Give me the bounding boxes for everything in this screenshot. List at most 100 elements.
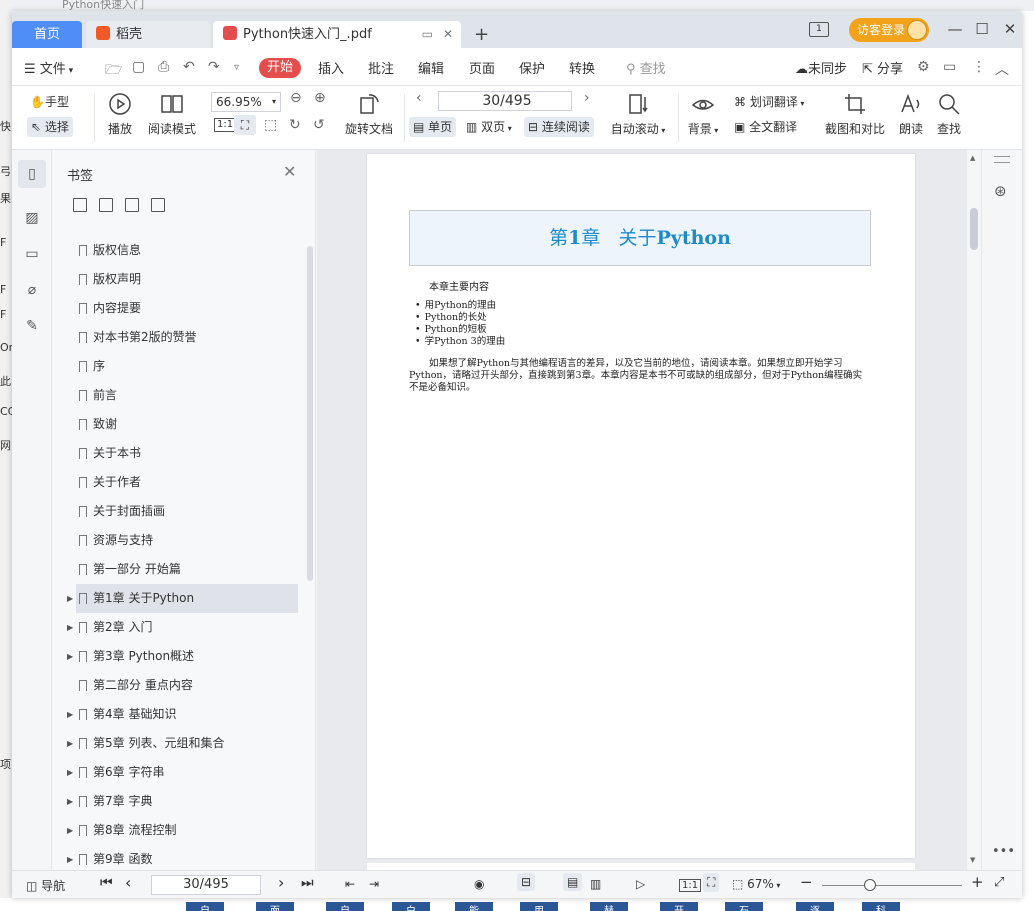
bookmark-item[interactable]: 版权声明 — [53, 265, 303, 294]
menu-convert[interactable]: 转换 — [569, 58, 595, 77]
expand-arrow-icon[interactable]: ▶ — [67, 787, 73, 816]
continuous-view-icon[interactable]: ⊟ — [517, 873, 536, 891]
prev-page-icon[interactable]: ‹ — [125, 873, 131, 892]
zoom-slider-handle[interactable] — [864, 879, 876, 891]
play-icon[interactable]: ▷ — [636, 877, 645, 891]
minimize-button[interactable]: — — [945, 20, 965, 38]
text-recognition-icon[interactable]: ⊛ — [994, 182, 1007, 200]
next-page-icon[interactable]: › — [278, 873, 284, 892]
hand-tool[interactable]: ✋手型 — [30, 92, 69, 112]
menu-search[interactable]: ⚲ 查找 — [626, 58, 666, 77]
zoom-slider-track[interactable] — [822, 885, 962, 886]
bookmark-item[interactable]: 资源与支持 — [53, 526, 303, 555]
double-view-icon[interactable]: ▥ — [590, 877, 601, 891]
bookmark-item[interactable]: ▶ 第5章 列表、元组和集合 — [53, 729, 303, 758]
bookmark-item[interactable]: 前言 — [53, 381, 303, 410]
back-icon[interactable]: ⇤ — [345, 877, 355, 891]
rotate-left-icon[interactable]: ↻ — [289, 117, 301, 133]
zoom-in-button[interactable]: + — [971, 873, 984, 891]
status-page-input[interactable]: 30/495 — [151, 875, 261, 895]
new-tab-button[interactable]: + — [474, 24, 489, 45]
bookmark-item[interactable]: ▶ 第1章 关于Python — [67, 584, 298, 613]
menu-start[interactable]: 开始 — [259, 58, 302, 78]
prev-page-icon[interactable]: ‹ — [416, 90, 422, 106]
bookmark-item[interactable]: 关于本书 — [53, 439, 303, 468]
visitor-login-button[interactable]: 访客登录 — [849, 18, 929, 42]
expand-arrow-icon[interactable]: ▶ — [67, 584, 73, 613]
continuous-read-button[interactable]: ⊟ 连续阅读 — [524, 117, 594, 137]
bookmark-item[interactable]: ▶ 第6章 字符串 — [53, 758, 303, 787]
fullscreen-icon[interactable]: ⤢ — [994, 875, 1004, 890]
screenshot-compare-button[interactable]: 截图和对比 — [824, 92, 886, 137]
more-options-icon[interactable]: ••• — [992, 844, 1015, 859]
quick-access-dropdown-icon[interactable]: ▿ — [234, 62, 239, 73]
file-menu[interactable]: ☰ 文件 ▾ — [24, 58, 73, 77]
bookmark-item[interactable]: 致谢 — [53, 410, 303, 439]
full-translate-button[interactable]: ▣ 全文翻译 — [734, 117, 797, 137]
menu-protect[interactable]: 保护 — [519, 58, 545, 77]
zoom-dropdown[interactable]: ⬚ 67% ▾ — [732, 877, 780, 891]
expand-arrow-icon[interactable]: ▶ — [67, 729, 73, 758]
rotate-right-icon[interactable]: ↺ — [313, 117, 325, 133]
bookmark-item[interactable]: ▶ 第8章 流程控制 — [53, 816, 303, 845]
select-tool[interactable]: ⇖ 选择 — [27, 117, 73, 137]
bookmark-item[interactable]: ▶ 第4章 基础知识 — [53, 700, 303, 729]
workspace-panel-icon[interactable]: 1 — [809, 22, 829, 37]
bookmark-panel-icon[interactable]: ▯ — [18, 160, 46, 188]
menu-page[interactable]: 页面 — [469, 58, 495, 77]
bookmark-scrollbar[interactable] — [307, 246, 313, 581]
tab-daoke[interactable]: 稻壳 — [86, 21, 210, 48]
bookmark-item[interactable]: 第二部分 重点内容 — [53, 671, 303, 700]
bookmark-item[interactable]: 关于作者 — [53, 468, 303, 497]
fit-width-icon[interactable]: ⬚ — [264, 117, 277, 133]
share-button[interactable]: ⇱ 分享 — [862, 58, 903, 77]
play-button[interactable]: 播放 — [105, 92, 135, 137]
signature-icon[interactable]: ✎ — [22, 318, 42, 338]
word-translate-button[interactable]: ⌘ 划词翻译 ▾ — [734, 92, 804, 112]
fit-page-icon[interactable]: ⛶ — [703, 873, 720, 892]
undo-icon[interactable]: ↶ — [183, 59, 195, 75]
close-window-button[interactable]: ✕ — [1000, 20, 1020, 38]
bookmark-item[interactable]: 序 — [53, 352, 303, 381]
double-page-button[interactable]: ▥ 双页 ▾ — [466, 117, 512, 137]
next-page-icon[interactable]: › — [584, 90, 590, 106]
document-view[interactable]: 第1章 关于Python 本章主要内容 用Python的理由 Python的长处… — [317, 150, 967, 870]
find-button[interactable]: 查找 — [934, 92, 964, 137]
page-number-input[interactable]: 30/495 — [438, 91, 572, 111]
expand-bookmark-icon[interactable] — [125, 198, 139, 212]
print-icon[interactable]: ⎙ — [158, 59, 169, 75]
last-page-icon[interactable]: ⏭ — [301, 875, 314, 891]
tab-home[interactable]: 首页 — [12, 21, 82, 48]
expand-arrow-icon[interactable]: ▶ — [67, 816, 73, 845]
expand-arrow-icon[interactable]: ▶ — [67, 613, 73, 642]
expand-arrow-icon[interactable]: ▶ — [67, 700, 73, 729]
save-icon[interactable]: ▢ — [132, 59, 145, 75]
menu-annotate[interactable]: 批注 — [368, 58, 394, 77]
navigation-toggle[interactable]: ◫ 导航 — [26, 877, 65, 894]
single-view-icon[interactable]: ▤ — [563, 873, 583, 891]
menu-insert[interactable]: 插入 — [318, 58, 344, 77]
redo-icon[interactable]: ↷ — [208, 59, 220, 75]
single-page-button[interactable]: ▤ 单页 — [409, 117, 457, 137]
actual-size-icon[interactable]: 1:1 — [214, 118, 237, 132]
bookmark-item[interactable]: ▶ 第7章 字典 — [53, 787, 303, 816]
maximize-button[interactable]: ☐ — [972, 20, 992, 38]
bookmark-item[interactable]: 内容提要 — [53, 294, 303, 323]
document-scrollbar[interactable]: ▲ ▼ — [967, 150, 981, 870]
collapse-ribbon-icon[interactable]: ︿ — [995, 59, 1009, 79]
zoom-out-icon[interactable]: ⊖ — [290, 90, 302, 106]
expand-arrow-icon[interactable]: ▶ — [67, 642, 73, 671]
more-icon[interactable]: ⋮ — [972, 59, 986, 75]
bookmark-item[interactable]: ▶ 第2章 入门 — [53, 613, 303, 642]
expand-arrow-icon[interactable]: ▶ — [67, 758, 73, 787]
forward-icon[interactable]: ⇥ — [369, 877, 379, 891]
zoom-in-icon[interactable]: ⊕ — [314, 90, 326, 106]
bookmark-item[interactable]: 第一部分 开始篇 — [53, 555, 303, 584]
feedback-icon[interactable]: ▭ — [943, 59, 956, 75]
auto-scroll-button[interactable]: 自动滚动 ▾ — [608, 92, 668, 137]
add-bookmark-icon[interactable] — [73, 198, 87, 212]
read-mode-button[interactable]: 阅读模式 — [146, 92, 198, 137]
actual-size-icon[interactable]: 1:1 — [679, 879, 702, 892]
fit-page-icon[interactable]: ⛶ — [234, 115, 256, 135]
read-aloud-button[interactable]: 朗读 — [896, 92, 926, 137]
